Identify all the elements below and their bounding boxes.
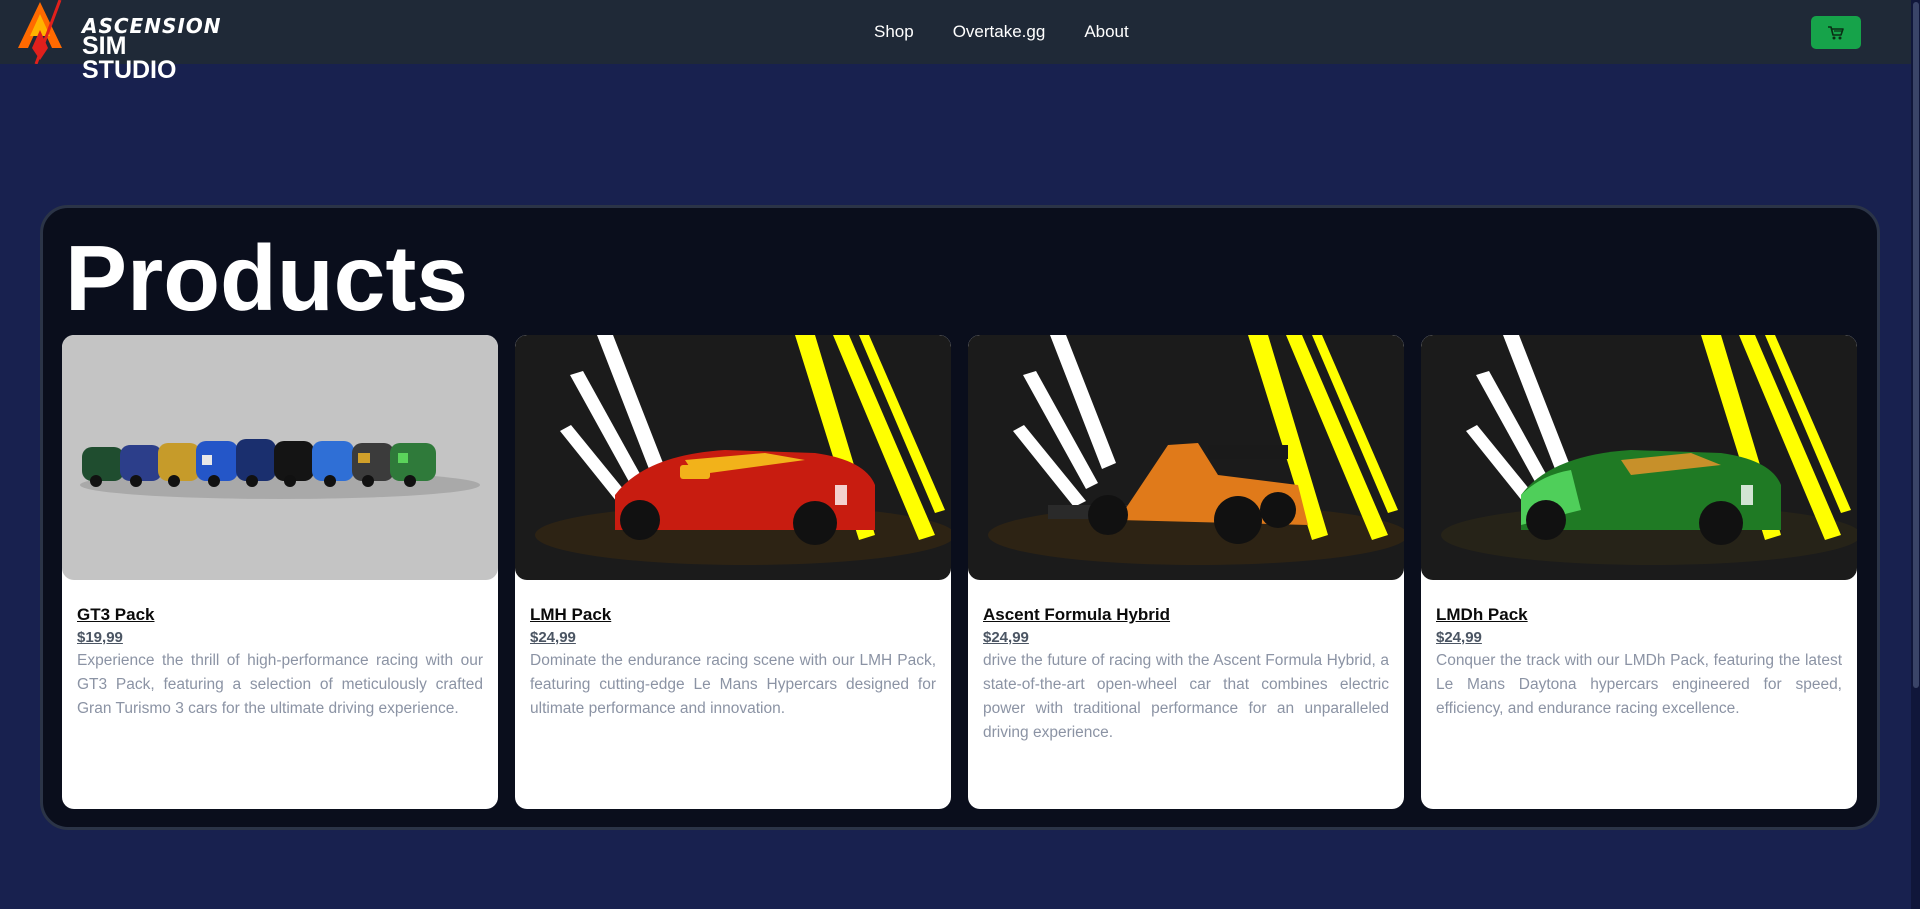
ascension-logo-icon (18, 0, 62, 64)
page-title: Products (65, 226, 469, 330)
product-description: Experience the thrill of high-performanc… (77, 652, 483, 717)
main-nav: Shop Overtake.gg About (874, 22, 1168, 42)
product-card-lmh[interactable]: LMH Pack $24,99 Dominate the endurance r… (515, 335, 951, 809)
nav-link-about[interactable]: About (1084, 22, 1128, 42)
cart-button[interactable] (1811, 16, 1861, 49)
product-title[interactable]: Ascent Formula Hybrid (983, 605, 1389, 625)
product-title[interactable]: LMH Pack (530, 605, 936, 625)
brand-wordmark: ASCENSION SIM STUDIO (82, 16, 222, 84)
product-price: $24,99 (1436, 629, 1482, 646)
cart-icon (1828, 25, 1844, 39)
brand-line2: SIM STUDIO (82, 32, 177, 84)
product-image-formula (968, 335, 1404, 580)
product-body-gt3: GT3 Pack $19,99 Experience the thrill of… (62, 580, 498, 721)
product-body-lmdh: LMDh Pack $24,99 Conquer the track with … (1421, 580, 1857, 721)
product-image-lmdh (1421, 335, 1857, 580)
product-image-lmh (515, 335, 951, 580)
product-card-lmdh[interactable]: LMDh Pack $24,99 Conquer the track with … (1421, 335, 1857, 809)
brand-logo[interactable]: ASCENSION SIM STUDIO (14, 0, 221, 83)
product-price: $19,99 (77, 629, 123, 646)
product-title[interactable]: LMDh Pack (1436, 605, 1842, 625)
scrollbar-thumb[interactable] (1913, 2, 1919, 688)
product-price: $24,99 (530, 629, 576, 646)
product-price: $24,99 (983, 629, 1029, 646)
product-image-gt3 (62, 335, 498, 580)
product-title[interactable]: GT3 Pack (77, 605, 483, 625)
product-body-lmh: LMH Pack $24,99 Dominate the endurance r… (515, 580, 951, 721)
product-description: drive the future of racing with the Asce… (983, 652, 1389, 741)
products-panel: Products GT3 Pack $19,99 Experience the … (40, 205, 1880, 830)
product-card-gt3[interactable]: GT3 Pack $19,99 Experience the thrill of… (62, 335, 498, 809)
product-grid: GT3 Pack $19,99 Experience the thrill of… (62, 335, 1857, 809)
product-card-formula[interactable]: Ascent Formula Hybrid $24,99 drive the f… (968, 335, 1404, 809)
navbar: ASCENSION SIM STUDIO Shop Overtake.gg Ab… (0, 0, 1920, 83)
nav-link-overtake[interactable]: Overtake.gg (953, 22, 1046, 42)
product-description: Dominate the endurance racing scene with… (530, 652, 936, 717)
nav-link-shop[interactable]: Shop (874, 22, 914, 42)
product-description: Conquer the track with our LMDh Pack, fe… (1436, 652, 1842, 717)
product-body-formula: Ascent Formula Hybrid $24,99 drive the f… (968, 580, 1404, 745)
